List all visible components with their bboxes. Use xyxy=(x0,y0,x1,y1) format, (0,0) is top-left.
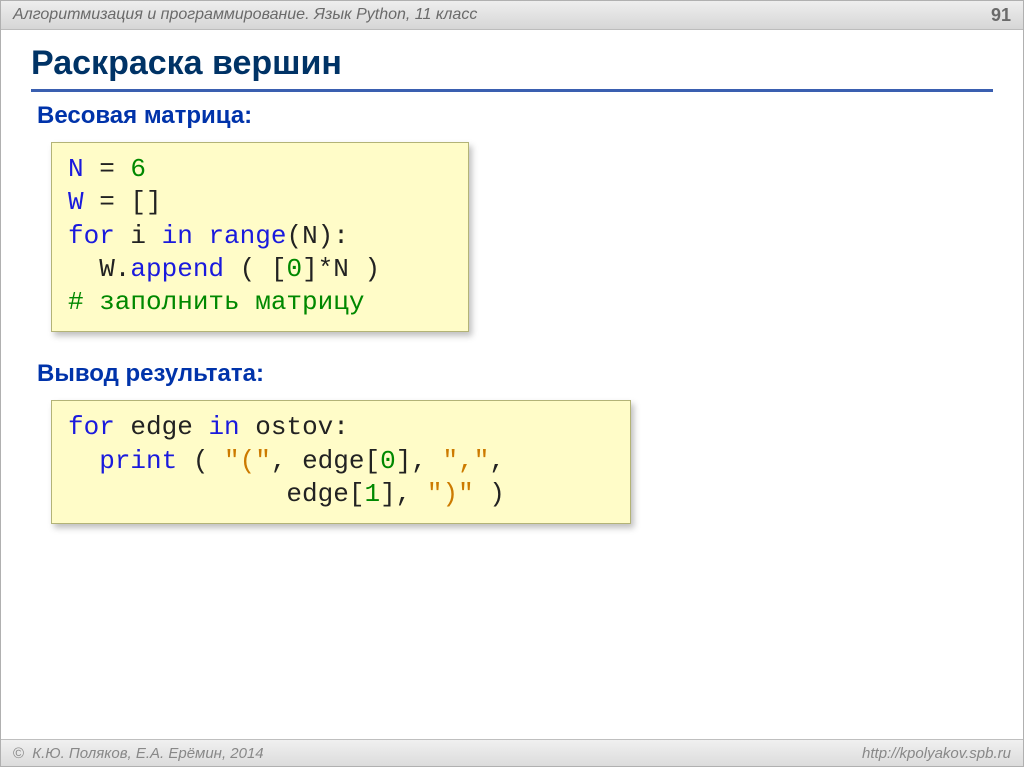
slide-header: Алгоритмизация и программирование. Язык … xyxy=(1,1,1023,30)
slide-body: Раскраска вершин Весовая матрица: N = 6 … xyxy=(1,30,1023,542)
code-lines-1: N = 6 W = [] for i in range(N): W.append… xyxy=(68,153,452,319)
copyright: © К.Ю. Поляков, Е.А. Ерёмин, 2014 xyxy=(13,745,264,762)
course-topic: Алгоритмизация и программирование. Язык … xyxy=(13,6,477,24)
copyright-icon: © xyxy=(13,745,24,762)
code-lines-2: for edge in ostov: print ( "(", edge[0],… xyxy=(68,411,614,511)
section-label-2: Вывод результата: xyxy=(37,360,993,388)
code-block-output: for edge in ostov: print ( "(", edge[0],… xyxy=(51,400,631,524)
code-block-weight-matrix: N = 6 W = [] for i in range(N): W.append… xyxy=(51,142,469,332)
copyright-text: К.Ю. Поляков, Е.А. Ерёмин, 2014 xyxy=(32,745,263,762)
slide-title: Раскраска вершин xyxy=(31,44,993,92)
page-number: 91 xyxy=(991,5,1011,26)
section-label-1: Весовая матрица: xyxy=(37,102,993,130)
slide-footer: © К.Ю. Поляков, Е.А. Ерёмин, 2014 http:/… xyxy=(1,739,1023,766)
footer-url: http://kpolyakov.spb.ru xyxy=(862,745,1011,762)
